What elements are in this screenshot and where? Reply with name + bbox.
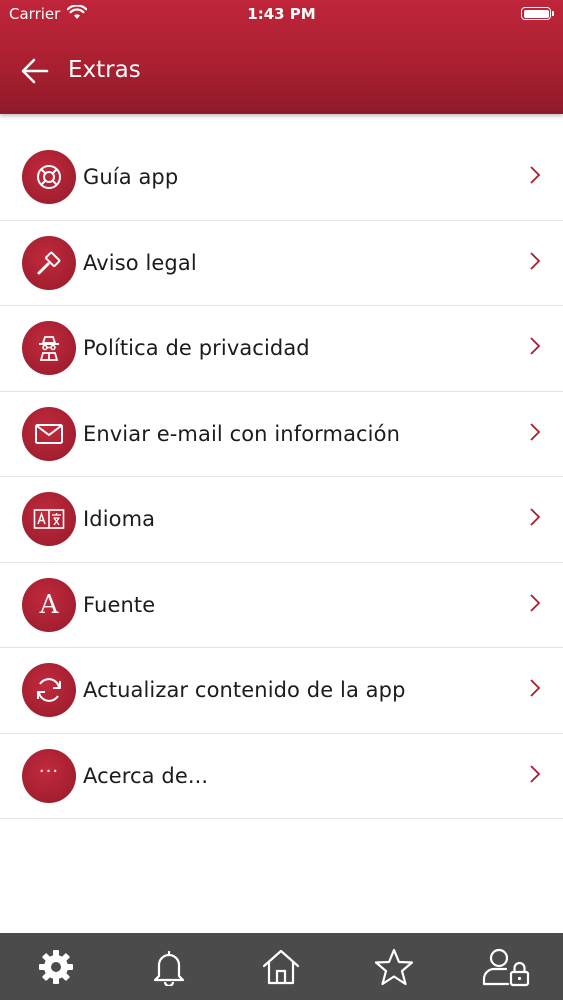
font-icon: A: [22, 577, 76, 632]
spy-icon: [22, 321, 76, 375]
envelope-icon: [22, 406, 76, 461]
chevron-right-icon: [530, 337, 541, 355]
menu-item-label: Idioma: [83, 507, 156, 531]
menu-item-font[interactable]: A Fuente: [0, 563, 563, 648]
lifebuoy-icon: [22, 150, 76, 204]
more-glyph: ···: [38, 761, 60, 782]
chevron-right-icon: [530, 764, 541, 783]
menu-item-label: Acerca de...: [83, 763, 209, 788]
chevron-right-icon: [530, 679, 541, 697]
star-icon: [374, 948, 414, 985]
gavel-icon: [22, 235, 76, 290]
bell-icon: [153, 950, 184, 986]
menu-item-language[interactable]: Idioma: [0, 477, 563, 563]
menu-item-app-guide[interactable]: Guía app: [0, 135, 563, 221]
gear-icon: [39, 949, 74, 984]
menu-item-label: Guía app: [83, 165, 179, 189]
navigation-bar: Carrier 1:43 PM Extras: [0, 0, 563, 114]
tab-account[interactable]: [477, 942, 537, 992]
tab-bar: [0, 933, 563, 1000]
menu-item-legal-notice[interactable]: Aviso legal: [0, 221, 563, 306]
menu-item-label: Aviso legal: [83, 250, 197, 275]
more-icon: ···: [22, 748, 76, 803]
chevron-right-icon: [530, 508, 541, 526]
chevron-right-icon: [530, 251, 541, 270]
menu-item-privacy-policy[interactable]: Política de privacidad: [0, 306, 563, 392]
font-glyph: A: [39, 589, 59, 620]
chevron-right-icon: [530, 422, 541, 441]
user-lock-icon: [482, 948, 529, 986]
menu-item-label: Fuente: [83, 592, 156, 617]
home-icon: [263, 949, 300, 984]
chevron-right-icon: [530, 166, 541, 184]
menu-item-label: Política de privacidad: [83, 336, 310, 360]
page-title: Extras: [68, 57, 141, 83]
menu-item-send-email[interactable]: Enviar e-mail con información: [0, 392, 563, 477]
refresh-icon: [22, 663, 76, 717]
battery-icon: [521, 7, 554, 20]
tab-favorites[interactable]: [364, 942, 424, 992]
menu-item-about[interactable]: ··· Acerca de...: [0, 734, 563, 819]
menu-item-label: Enviar e-mail con información: [83, 421, 400, 446]
tab-notifications[interactable]: [139, 942, 199, 992]
tab-settings[interactable]: [26, 942, 86, 992]
chevron-right-icon: [530, 593, 541, 612]
status-bar: Carrier 1:43 PM: [0, 0, 563, 30]
status-time: 1:43 PM: [247, 5, 316, 23]
extras-menu: Guía app Aviso legal Política de privaci…: [0, 135, 563, 819]
back-arrow-icon[interactable]: [20, 56, 50, 86]
menu-item-update-content[interactable]: Actualizar contenido de la app: [0, 648, 563, 734]
language-icon: [22, 492, 76, 546]
menu-item-label: Actualizar contenido de la app: [83, 678, 406, 702]
tab-home[interactable]: [251, 942, 311, 992]
